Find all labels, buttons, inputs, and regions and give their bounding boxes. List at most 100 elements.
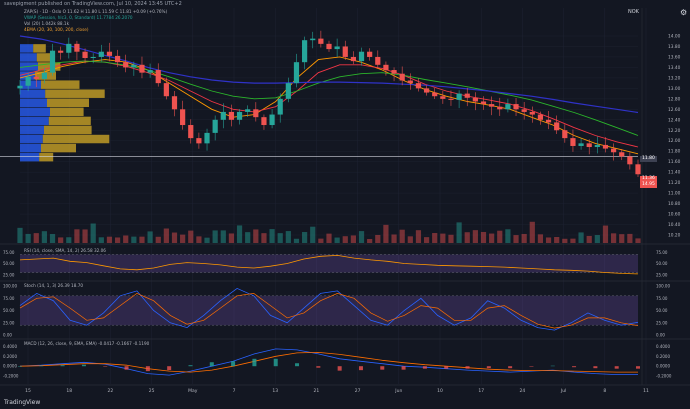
stoch-left-tick: 0.00: [3, 333, 12, 338]
candle-body: [326, 43, 332, 50]
price-tick-label: 10.40: [668, 222, 681, 228]
price-tick-label: 11.80: [668, 149, 681, 155]
macd-histogram-bar: [572, 366, 577, 368]
price-tick-label: 13.60: [668, 54, 681, 60]
price-tick-label: 12.20: [668, 128, 681, 134]
volume-bar: [269, 229, 275, 243]
volume-bar: [188, 230, 194, 243]
candle-body: [415, 83, 422, 89]
volume-bar: [180, 234, 186, 243]
volume-profile-bar: [41, 80, 80, 89]
volume-bar: [440, 233, 446, 243]
x-tick-label: 25: [149, 388, 155, 394]
candle-body: [570, 138, 576, 146]
candle-body: [440, 96, 446, 99]
macd-left-tick: 0.4000: [3, 344, 17, 349]
volume-profile-bar: [50, 107, 84, 117]
volume-bar: [212, 230, 218, 243]
volume-profile-bar: [20, 125, 44, 135]
macd-histogram-bar: [18, 366, 22, 367]
gear-icon[interactable]: ⚙: [680, 8, 687, 17]
candle-body: [594, 144, 600, 148]
price-tick-label: 12.00: [668, 138, 681, 144]
stoch-left-tick: 100.00: [3, 284, 17, 289]
x-tick-label: May: [188, 388, 198, 394]
candle-body: [114, 55, 121, 63]
candle-body: [17, 85, 23, 89]
candle-body: [188, 125, 194, 139]
volume-profile-bar: [33, 44, 46, 53]
volume-bar: [25, 233, 31, 243]
candle-body: [318, 38, 324, 44]
macd-histogram-bar: [167, 366, 172, 371]
volume-profile-bar: [20, 134, 43, 144]
candle-body: [529, 111, 535, 115]
volume-bar: [586, 235, 592, 243]
logo-text: TradingView: [4, 399, 41, 406]
candle-body: [611, 148, 617, 153]
legend-ma: 4EMA (20, 30, 100, 200, close): [24, 27, 89, 32]
volume-bar: [58, 237, 64, 243]
price-tick-label: 12.60: [668, 107, 681, 113]
volume-profile-bar: [20, 44, 34, 53]
volume-bar: [17, 227, 23, 243]
volume-bar: [318, 238, 324, 243]
volume-bar: [635, 238, 641, 243]
price-tick-label: 11.40: [668, 170, 681, 176]
volume-profile-bar: [20, 98, 47, 108]
rsi-right-tick: 75.00: [656, 250, 668, 255]
rsi-left-tick: 25.00: [3, 272, 15, 277]
macd-right-tick: 0.0000: [656, 364, 670, 369]
volume-profile-bar: [41, 143, 76, 153]
x-tick-label: Jul: [560, 388, 566, 394]
volume-bar: [220, 230, 226, 243]
stoch-left-tick: 75.00: [3, 296, 15, 301]
volume-bar: [245, 232, 251, 243]
candle-body: [155, 70, 161, 84]
macd-histogram-bar: [550, 365, 555, 367]
x-tick-label: 27: [355, 388, 361, 394]
volume-bar: [537, 234, 544, 243]
stoch-right-tick: 50.00: [656, 308, 668, 313]
candle-body: [74, 43, 80, 52]
volume-bar: [375, 234, 381, 243]
volume-bar: [423, 237, 430, 243]
macd-right-tick: 0.4000: [656, 344, 670, 349]
chart-canvas: 15 18 22 25 May 7 13 21 27 Jun 10 17 24 Jul 8 11 14.00 13…: [0, 8, 690, 394]
price-tick-label: 13.20: [668, 75, 681, 81]
rsi-right-tick: 25.00: [656, 272, 668, 277]
moving-average-line: [19, 56, 639, 155]
x-tick-label: Jun: [394, 388, 402, 394]
macd-histogram-bar: [465, 366, 470, 369]
legend-stoch: Stoch (14, 1, 3) 26.39 18.70: [24, 283, 84, 288]
x-tick-label: 7: [233, 388, 236, 394]
volume-bar: [448, 234, 454, 243]
volume-bar: [342, 236, 348, 243]
volume-bar: [391, 234, 397, 243]
volume-bar: [253, 229, 259, 243]
price-tick-label: 14.00: [668, 34, 681, 40]
macd-right-tick: -0.2000: [656, 374, 672, 379]
price-tick-label: 10.80: [668, 201, 681, 207]
publish-header: savepigment published on TradingView.com…: [4, 1, 182, 7]
candle-body: [521, 109, 527, 112]
candle-body: [253, 109, 259, 118]
volume-profile-bar: [47, 98, 89, 108]
price-legend: ZAP(S) · 1D · Oslo O 11.62 H 11.80 L 11.…: [24, 9, 167, 33]
price-tick-label: 12.40: [668, 117, 681, 123]
volume-bar: [163, 228, 169, 243]
legend-macd: MACD (12, 26, close, 9, EMA, EMA) -0.041…: [24, 341, 150, 346]
candle-body: [489, 104, 495, 107]
volume-bar: [602, 225, 609, 243]
volume-bar: [611, 233, 617, 243]
volume-bar: [472, 230, 478, 243]
candle-body: [147, 70, 153, 73]
volume-bar: [147, 231, 153, 243]
candle-body: [123, 62, 129, 68]
candle-body: [277, 98, 283, 115]
candle-body: [635, 164, 641, 175]
volume-bar: [204, 237, 210, 243]
candle-body: [131, 64, 137, 68]
candle-body: [220, 111, 226, 120]
macd-histogram-bar: [508, 366, 513, 369]
